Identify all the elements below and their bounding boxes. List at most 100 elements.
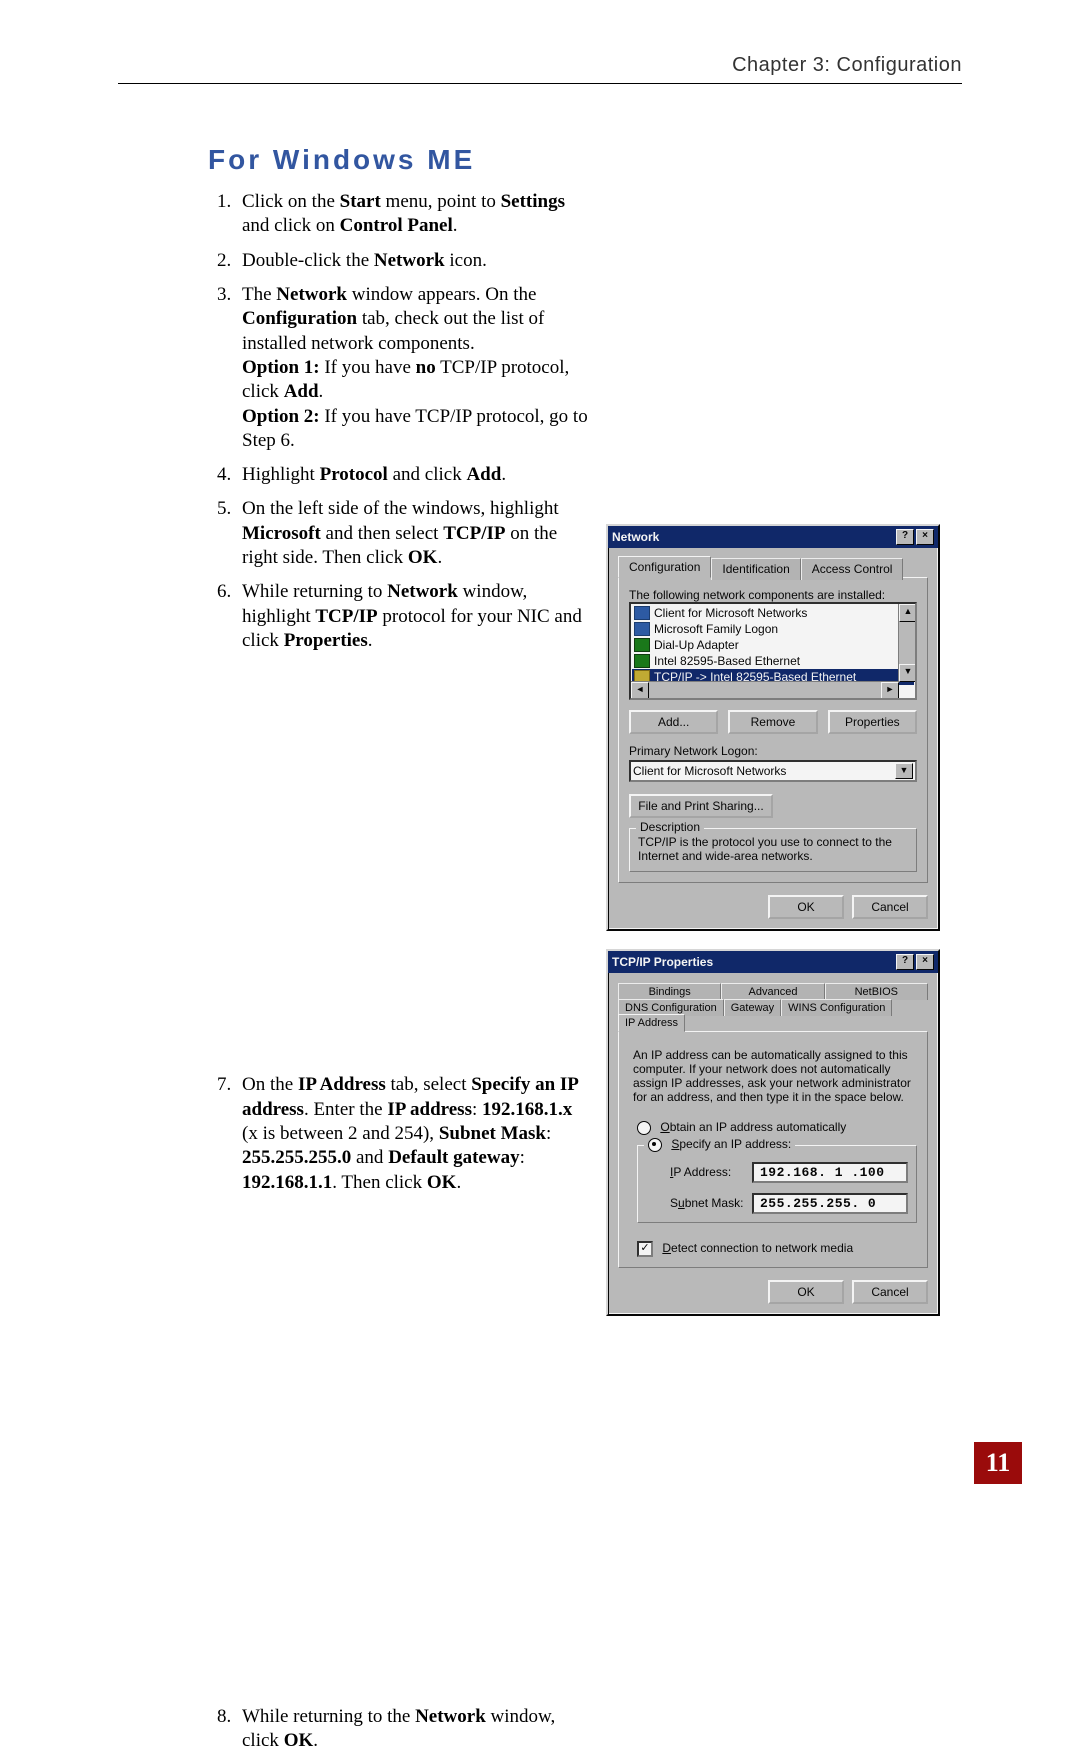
- list-item[interactable]: Intel 82595-Based Ethernet: [632, 653, 914, 669]
- t: Start: [340, 191, 381, 212]
- help-icon[interactable]: ?: [896, 954, 914, 970]
- t: Client for Microsoft Networks: [654, 606, 807, 620]
- client-area: Bindings Advanced NetBIOS DNS Configurat…: [608, 973, 938, 1314]
- tabstrip-row1: Bindings Advanced NetBIOS: [618, 981, 928, 998]
- properties-button[interactable]: Properties: [828, 710, 917, 734]
- ip-address-label: IP Address:: [670, 1165, 744, 1179]
- description-label: Description: [636, 820, 704, 834]
- t: Microsoft: [242, 523, 321, 544]
- network-dialog: Network ? × Configuration Identification…: [606, 524, 940, 931]
- tab-identification[interactable]: Identification: [711, 558, 800, 580]
- specify-group: Specify an IP address: IP Address: 192.1…: [637, 1145, 917, 1223]
- list-item[interactable]: Dial-Up Adapter: [632, 637, 914, 653]
- tab-wins-configuration[interactable]: WINS Configuration: [781, 999, 892, 1016]
- subnet-mask-row: Subnet Mask: 255.255.255. 0: [670, 1193, 908, 1214]
- step-7: On the IP Address tab, select Specify an…: [236, 1073, 588, 1195]
- remove-button[interactable]: Remove: [728, 710, 817, 734]
- ip-address-input[interactable]: 192.168. 1 .100: [752, 1162, 908, 1183]
- t: Click on the: [242, 191, 340, 212]
- primary-logon-label: Primary Network Logon:: [629, 744, 917, 758]
- t: Dial-Up Adapter: [654, 638, 739, 652]
- list-item[interactable]: Microsoft Family Logon: [632, 621, 914, 637]
- t: OK: [408, 547, 438, 568]
- list-buttons: Add... Remove Properties: [629, 710, 917, 734]
- t: Properties: [284, 630, 368, 651]
- primary-logon-combo[interactable]: Client for Microsoft Networks ▼: [629, 760, 917, 782]
- t: D: [662, 1241, 671, 1255]
- t: . Enter the: [304, 1099, 387, 1120]
- content-columns: For Windows ME Click on the Start menu, …: [118, 144, 962, 1764]
- t: TCP/IP: [315, 606, 377, 627]
- step-3: The Network window appears. On the Confi…: [236, 283, 588, 453]
- scrollbar-horizontal[interactable]: ◄ ►: [631, 681, 899, 698]
- t: 192.168.1.1: [242, 1172, 332, 1193]
- titlebar: TCP/IP Properties ? ×: [608, 951, 938, 973]
- step-5: On the left side of the windows, highlig…: [236, 497, 588, 570]
- arrow-right-icon[interactable]: ►: [881, 682, 899, 700]
- close-icon[interactable]: ×: [916, 954, 934, 970]
- components-label: The following network components are ins…: [629, 588, 917, 602]
- radio-specify[interactable]: Specify an IP address:: [644, 1137, 795, 1152]
- t: The: [242, 284, 276, 305]
- description-text: TCP/IP is the protocol you use to connec…: [638, 835, 908, 863]
- components-listbox[interactable]: Client for Microsoft Networks Microsoft …: [629, 602, 917, 700]
- arrow-up-icon[interactable]: ▲: [899, 604, 917, 622]
- arrow-down-icon[interactable]: ▼: [899, 664, 917, 682]
- t: .: [319, 381, 324, 402]
- tab-advanced[interactable]: Advanced: [721, 983, 824, 1000]
- tab-access-control[interactable]: Access Control: [801, 558, 904, 580]
- t: Network: [374, 250, 445, 271]
- t: btain an IP address automatically: [670, 1120, 847, 1134]
- close-icon[interactable]: ×: [916, 529, 934, 545]
- detect-connection-checkbox[interactable]: ✓ Detect connection to network media: [637, 1241, 917, 1257]
- t: . Then click: [332, 1172, 427, 1193]
- tab-bindings[interactable]: Bindings: [618, 983, 721, 1000]
- radio-obtain[interactable]: Obtain an IP address automatically: [637, 1120, 917, 1135]
- window-title: Network: [612, 530, 659, 544]
- help-icon[interactable]: ?: [896, 529, 914, 545]
- radio-icon: [648, 1138, 662, 1152]
- tab-netbios[interactable]: NetBIOS: [825, 983, 928, 1000]
- window-title: TCP/IP Properties: [612, 955, 713, 969]
- t: .: [437, 547, 442, 568]
- t: window appears. On the: [347, 284, 536, 305]
- tcpip-properties-dialog: TCP/IP Properties ? × Bindings Advanced …: [606, 949, 940, 1316]
- step-2: Double-click the Network icon.: [236, 249, 588, 273]
- scrollbar-vertical[interactable]: ▲ ▼: [898, 604, 915, 682]
- chevron-down-icon[interactable]: ▼: [895, 763, 913, 779]
- cancel-button[interactable]: Cancel: [852, 895, 928, 919]
- tabstrip: Configuration Identification Access Cont…: [618, 556, 928, 578]
- t: :: [472, 1099, 482, 1120]
- ok-button[interactable]: OK: [768, 895, 844, 919]
- t: Add: [284, 381, 319, 402]
- section-title: For Windows ME: [208, 144, 588, 176]
- t: On the: [242, 1074, 298, 1095]
- tab-ip-address[interactable]: IP Address: [618, 1014, 685, 1032]
- tab-configuration[interactable]: Configuration: [618, 556, 711, 578]
- ok-button[interactable]: OK: [768, 1280, 844, 1304]
- add-button[interactable]: Add...: [629, 710, 718, 734]
- step-8: While returning to the Network window, c…: [236, 1705, 588, 1754]
- t: Network: [387, 581, 458, 602]
- t: (x is between 2 and 254),: [242, 1123, 439, 1144]
- t: .: [453, 215, 458, 236]
- t: Settings: [501, 191, 565, 212]
- tab-gateway[interactable]: Gateway: [724, 999, 781, 1016]
- subnet-mask-input[interactable]: 255.255.255. 0: [752, 1193, 908, 1214]
- t: Configuration: [242, 308, 357, 329]
- t: Option 2:: [242, 406, 320, 427]
- t: Option 1:: [242, 357, 320, 378]
- list-item[interactable]: Client for Microsoft Networks: [632, 605, 914, 621]
- t: While returning to the: [242, 1706, 415, 1727]
- t: 255.255.255.0: [242, 1147, 351, 1168]
- t: and then select: [321, 523, 443, 544]
- t: u: [678, 1196, 685, 1210]
- t: Highlight: [242, 464, 320, 485]
- file-print-sharing-button[interactable]: File and Print Sharing...: [629, 794, 773, 818]
- t: Network: [415, 1706, 486, 1727]
- dialog-footer: OK Cancel: [618, 1280, 928, 1304]
- arrow-left-icon[interactable]: ◄: [631, 682, 649, 700]
- cancel-button[interactable]: Cancel: [852, 1280, 928, 1304]
- tab-panel: An IP address can be automatically assig…: [618, 1031, 928, 1268]
- t: Double-click the: [242, 250, 374, 271]
